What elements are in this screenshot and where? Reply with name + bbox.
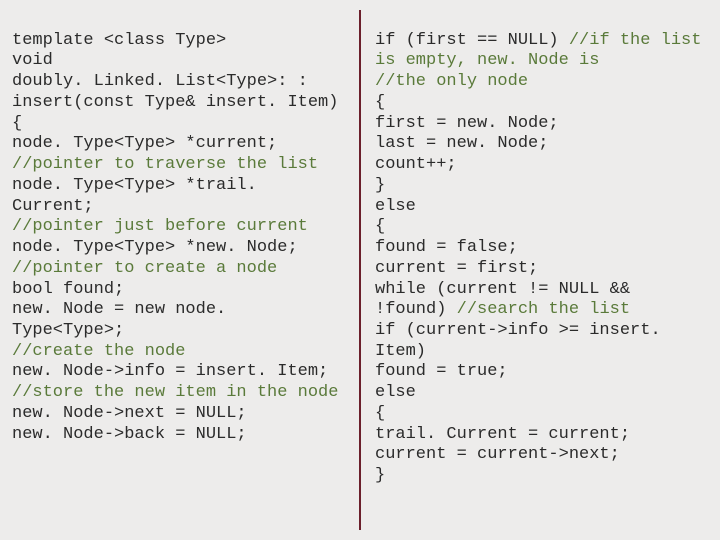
code-line: node. Type<Type> *current; — [12, 134, 277, 153]
code-line: } — [375, 466, 385, 485]
code-line: { — [375, 93, 385, 112]
comment-line: //pointer to create a node — [12, 259, 277, 278]
left-column: template <class Type> void doubly. Linke… — [8, 10, 359, 530]
comment-inline: //search the list — [457, 300, 630, 319]
code-line: else — [375, 383, 416, 402]
code-line: found = false; — [375, 238, 518, 257]
code-line: last = new. Node; — [375, 134, 548, 153]
code-line: bool found; — [12, 280, 124, 299]
code-line: if (current->info >= insert. Item) — [375, 321, 671, 361]
code-line: new. Node = new node. Type<Type>; — [12, 300, 236, 340]
right-column: if (first == NULL) //if the list is empt… — [361, 10, 712, 530]
code-line: trail. Current = current; — [375, 425, 630, 444]
code-slide: template <class Type> void doubly. Linke… — [0, 0, 720, 540]
code-line: current = first; — [375, 259, 538, 278]
code-line: } — [375, 176, 385, 195]
code-line: first = new. Node; — [375, 114, 559, 133]
comment-line: //the only node — [375, 72, 528, 91]
code-line: { — [375, 404, 385, 423]
code-line: doubly. Linked. List<Type>: : insert(con… — [12, 72, 338, 112]
comment-line: //pointer just before current — [12, 217, 308, 236]
code-line: new. Node->back = NULL; — [12, 425, 247, 444]
code-line: void — [12, 51, 53, 70]
code-line: else — [375, 197, 416, 216]
code-line: new. Node->next = NULL; — [12, 404, 247, 423]
code-line: node. Type<Type> *trail. Current; — [12, 176, 267, 216]
code-line: count++; — [375, 155, 457, 174]
code-line: found = true; — [375, 362, 508, 381]
code-line: node. Type<Type> *new. Node; — [12, 238, 298, 257]
code-line: { — [12, 114, 22, 133]
code-line: current = current->next; — [375, 445, 620, 464]
code-line: { — [375, 217, 385, 236]
comment-line: //store the new item in the node — [12, 383, 338, 402]
code-line: new. Node->info = insert. Item; — [12, 362, 328, 381]
comment-line: //create the node — [12, 342, 185, 361]
code-line: if (first == NULL) — [375, 31, 569, 50]
comment-line: //pointer to traverse the list — [12, 155, 318, 174]
code-line: template <class Type> — [12, 31, 226, 50]
